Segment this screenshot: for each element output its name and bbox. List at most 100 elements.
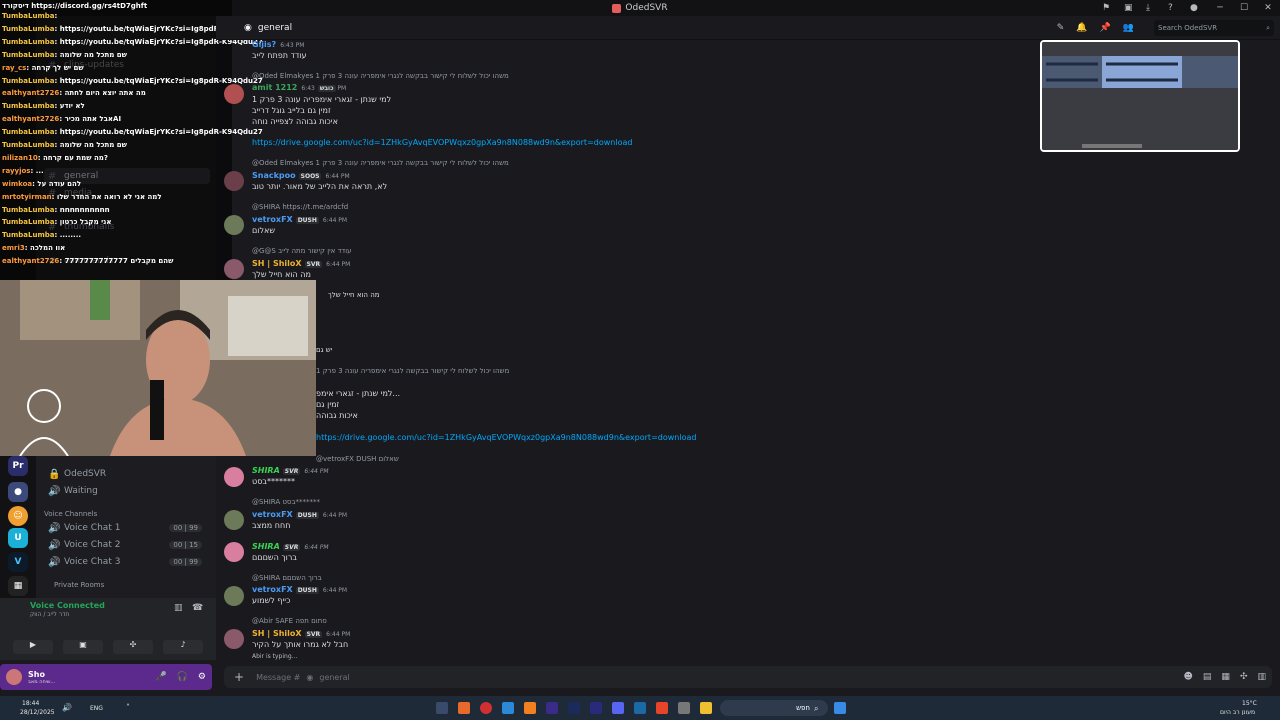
emoji-icon[interactable]: ▥ xyxy=(1257,672,1266,682)
reply-preview[interactable]: @SHIRA בסט******* xyxy=(252,498,320,506)
add-attachment-icon[interactable]: + xyxy=(234,670,244,684)
avatar[interactable] xyxy=(224,259,244,279)
avatar[interactable] xyxy=(224,215,244,235)
app-icon-4[interactable] xyxy=(502,702,514,714)
avatar-icon[interactable]: ● xyxy=(1190,3,1200,13)
app-icon-premiere[interactable] xyxy=(590,702,602,714)
message-author[interactable]: vetroxFX DUSH 6:44 PM xyxy=(252,510,347,519)
reply-preview[interactable]: @G@S עודד אין קישור מתה לייב xyxy=(252,247,352,255)
overlay-chat-name: TumbaLumba xyxy=(2,24,55,33)
sticker-icon[interactable]: ▦ xyxy=(1221,672,1230,682)
bell-icon[interactable]: 🔔 xyxy=(1076,23,1087,33)
message-link[interactable]: https://drive.google.com/uc?id=1ZHkGyAvq… xyxy=(316,433,696,442)
soundboard-button[interactable]: ♪ xyxy=(163,640,203,654)
overlay-chat-line: TumbaLumba: שם מתכל מה שלומה xyxy=(2,141,127,149)
channel-waiting[interactable]: 🔊 Waiting xyxy=(44,483,210,499)
close-button[interactable]: ✕ xyxy=(1256,0,1280,16)
screen-share-button[interactable]: ▣ xyxy=(63,640,103,654)
app-icon-discord[interactable] xyxy=(612,702,624,714)
inbox-icon[interactable]: ⚑ xyxy=(1102,3,1112,13)
apps-icon[interactable]: ✣ xyxy=(1240,672,1248,682)
headset-icon[interactable]: 🎧 xyxy=(177,672,188,682)
message-author[interactable]: Snackpoo SOOS 6:44 PM xyxy=(252,171,350,180)
server-icon-premiere[interactable]: Pr xyxy=(8,456,28,476)
members-icon[interactable]: 👥 xyxy=(1123,23,1134,33)
avatar[interactable] xyxy=(224,171,244,191)
screen-icon[interactable]: ▣ xyxy=(1124,3,1134,13)
message-composer[interactable]: + Message # ◉ general ☻ ▤ ▦ ✣ ▥ xyxy=(224,666,1272,688)
server-icon-5[interactable]: V xyxy=(8,552,28,572)
chevron-up-icon[interactable]: ˄ xyxy=(126,703,130,712)
message-author[interactable]: vetroxFX DUSH 6:44 PM xyxy=(252,215,347,224)
mic-icon[interactable]: 🎤 xyxy=(155,672,166,682)
disconnect-icon[interactable]: ☎ xyxy=(192,603,203,613)
message-link[interactable]: https://drive.google.com/uc?id=1ZHkGyAvq… xyxy=(252,138,632,147)
maximize-button[interactable]: ☐ xyxy=(1232,0,1256,16)
message-author[interactable]: SH | ShiloX SVR 6:44 PM xyxy=(252,259,350,268)
message-author[interactable]: SHIRA SVR 6:44 PM xyxy=(252,466,329,475)
avatar[interactable] xyxy=(224,510,244,530)
help-icon[interactable]: ? xyxy=(1168,3,1178,13)
app-icon-1[interactable] xyxy=(436,702,448,714)
voice-category[interactable]: Voice Channels xyxy=(44,510,97,518)
app-icon-steam[interactable] xyxy=(634,702,646,714)
volume-icon[interactable]: 🔊 xyxy=(62,703,72,712)
search-input[interactable]: Search OdedSVR ⌕ xyxy=(1154,20,1274,36)
message-author[interactable]: SH | ShiloX SVR 6:44 PM xyxy=(252,629,350,638)
weather-temp: 15°C xyxy=(1242,700,1257,707)
app-icon-brave[interactable] xyxy=(656,702,668,714)
minimize-button[interactable]: ─ xyxy=(1208,0,1232,16)
avatar[interactable] xyxy=(224,542,244,562)
signal-icon[interactable]: ▥ xyxy=(174,603,183,613)
app-icon-chrome[interactable] xyxy=(480,702,492,714)
voice-chat-1[interactable]: 🔊 Voice Chat 1 00 | 99 xyxy=(44,520,210,536)
message-author[interactable]: SHIRA SVR 6:44 PM xyxy=(252,542,329,551)
app-icon-12[interactable] xyxy=(678,702,690,714)
avatar[interactable] xyxy=(224,84,244,104)
voice-chat-2[interactable]: 🔊 Voice Chat 2 00 | 15 xyxy=(44,537,210,553)
app-icon-6[interactable] xyxy=(546,702,558,714)
reply-preview[interactable]: @SHIRA ברוך השםםם xyxy=(252,574,322,582)
pin-icon[interactable]: 📌 xyxy=(1100,23,1111,33)
overlay-chat-text: : ........ xyxy=(54,231,82,240)
voice-chat-3[interactable]: 🔊 Voice Chat 3 00 | 99 xyxy=(44,554,210,570)
download-icon[interactable]: ⤓ xyxy=(1146,3,1156,13)
reply-preview[interactable]: @Oded Elmakyes משהו יכול לשלוח לי קישור … xyxy=(252,159,509,167)
avatar[interactable] xyxy=(6,669,22,685)
server-icon-3[interactable]: ☺ xyxy=(8,506,28,526)
avatar[interactable] xyxy=(224,467,244,487)
user-count: 00 | 99 xyxy=(169,524,202,532)
reply-preview[interactable]: @SHIRA https://t.me/ardcfd xyxy=(252,203,348,211)
threads-icon[interactable]: ✎ xyxy=(1057,23,1065,33)
message-author[interactable]: amit 1212 כובש6:43 PM xyxy=(252,83,346,92)
avatar[interactable] xyxy=(224,629,244,649)
message-author[interactable]: vetroxFX DUSH 6:44 PM xyxy=(252,585,347,594)
app-icon-7[interactable] xyxy=(568,702,580,714)
windows-start-icon[interactable] xyxy=(834,702,846,714)
language-indicator[interactable]: ENG xyxy=(90,705,103,712)
user-name: Sho xyxy=(28,669,45,679)
popout-video-panel[interactable] xyxy=(1040,40,1240,152)
gif-icon[interactable]: ▤ xyxy=(1203,672,1212,682)
activities-button[interactable]: ✣ xyxy=(113,640,153,654)
overlay-chat-name: ealthyant2726 xyxy=(2,89,60,98)
server-icon-4[interactable]: U xyxy=(8,528,28,548)
private-category[interactable]: Private Rooms xyxy=(54,581,104,589)
app-icon-5[interactable] xyxy=(524,702,536,714)
avatar[interactable] xyxy=(224,586,244,606)
server-icon-2[interactable]: ● xyxy=(8,482,28,502)
channel-odedsvr[interactable]: 🔒 OdedSVR xyxy=(44,466,210,482)
reply-preview[interactable]: משהו יכול לשלוח לי קישור בבקשה לנגרי אימ… xyxy=(316,367,509,375)
taskbar-search[interactable]: חפש xyxy=(720,700,828,716)
overlay-chat-line: TumbaLumba: לא יודע xyxy=(2,102,85,110)
app-icon-2[interactable] xyxy=(458,702,470,714)
reply-preview[interactable]: @Abir SAFE סתום תפה xyxy=(252,617,327,625)
gear-icon[interactable]: ⚙ xyxy=(198,672,206,682)
app-icon-explorer[interactable] xyxy=(700,702,712,714)
camera-button[interactable]: ▶ xyxy=(13,640,53,654)
reply-preview[interactable]: @vetroxFX DUSH שאלום xyxy=(316,455,399,463)
reply-preview[interactable]: @Oded Elmakyes משהו יכול לשלוח לי קישור … xyxy=(252,72,509,80)
message-author[interactable]: Gijis? 6:43 PM xyxy=(252,40,304,49)
server-icon-6[interactable]: ▦ xyxy=(8,576,28,596)
gift-icon[interactable]: ☻ xyxy=(1184,672,1193,682)
